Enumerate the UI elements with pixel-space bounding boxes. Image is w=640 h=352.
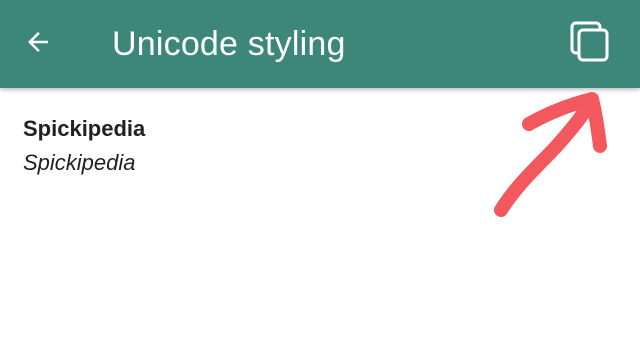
screen: Unicode styling Spickipedia Spickipedia <box>0 0 640 352</box>
app-bar: Unicode styling <box>0 0 640 88</box>
copy-icon <box>567 19 613 70</box>
content-area: Spickipedia Spickipedia <box>23 116 145 176</box>
back-button[interactable] <box>14 20 62 68</box>
copy-button[interactable] <box>562 16 618 72</box>
bold-text: Spickipedia <box>23 116 146 141</box>
arrow-left-icon <box>23 27 53 62</box>
page-title: Unicode styling <box>112 25 346 63</box>
italic-text: Spickipedia <box>23 150 136 175</box>
